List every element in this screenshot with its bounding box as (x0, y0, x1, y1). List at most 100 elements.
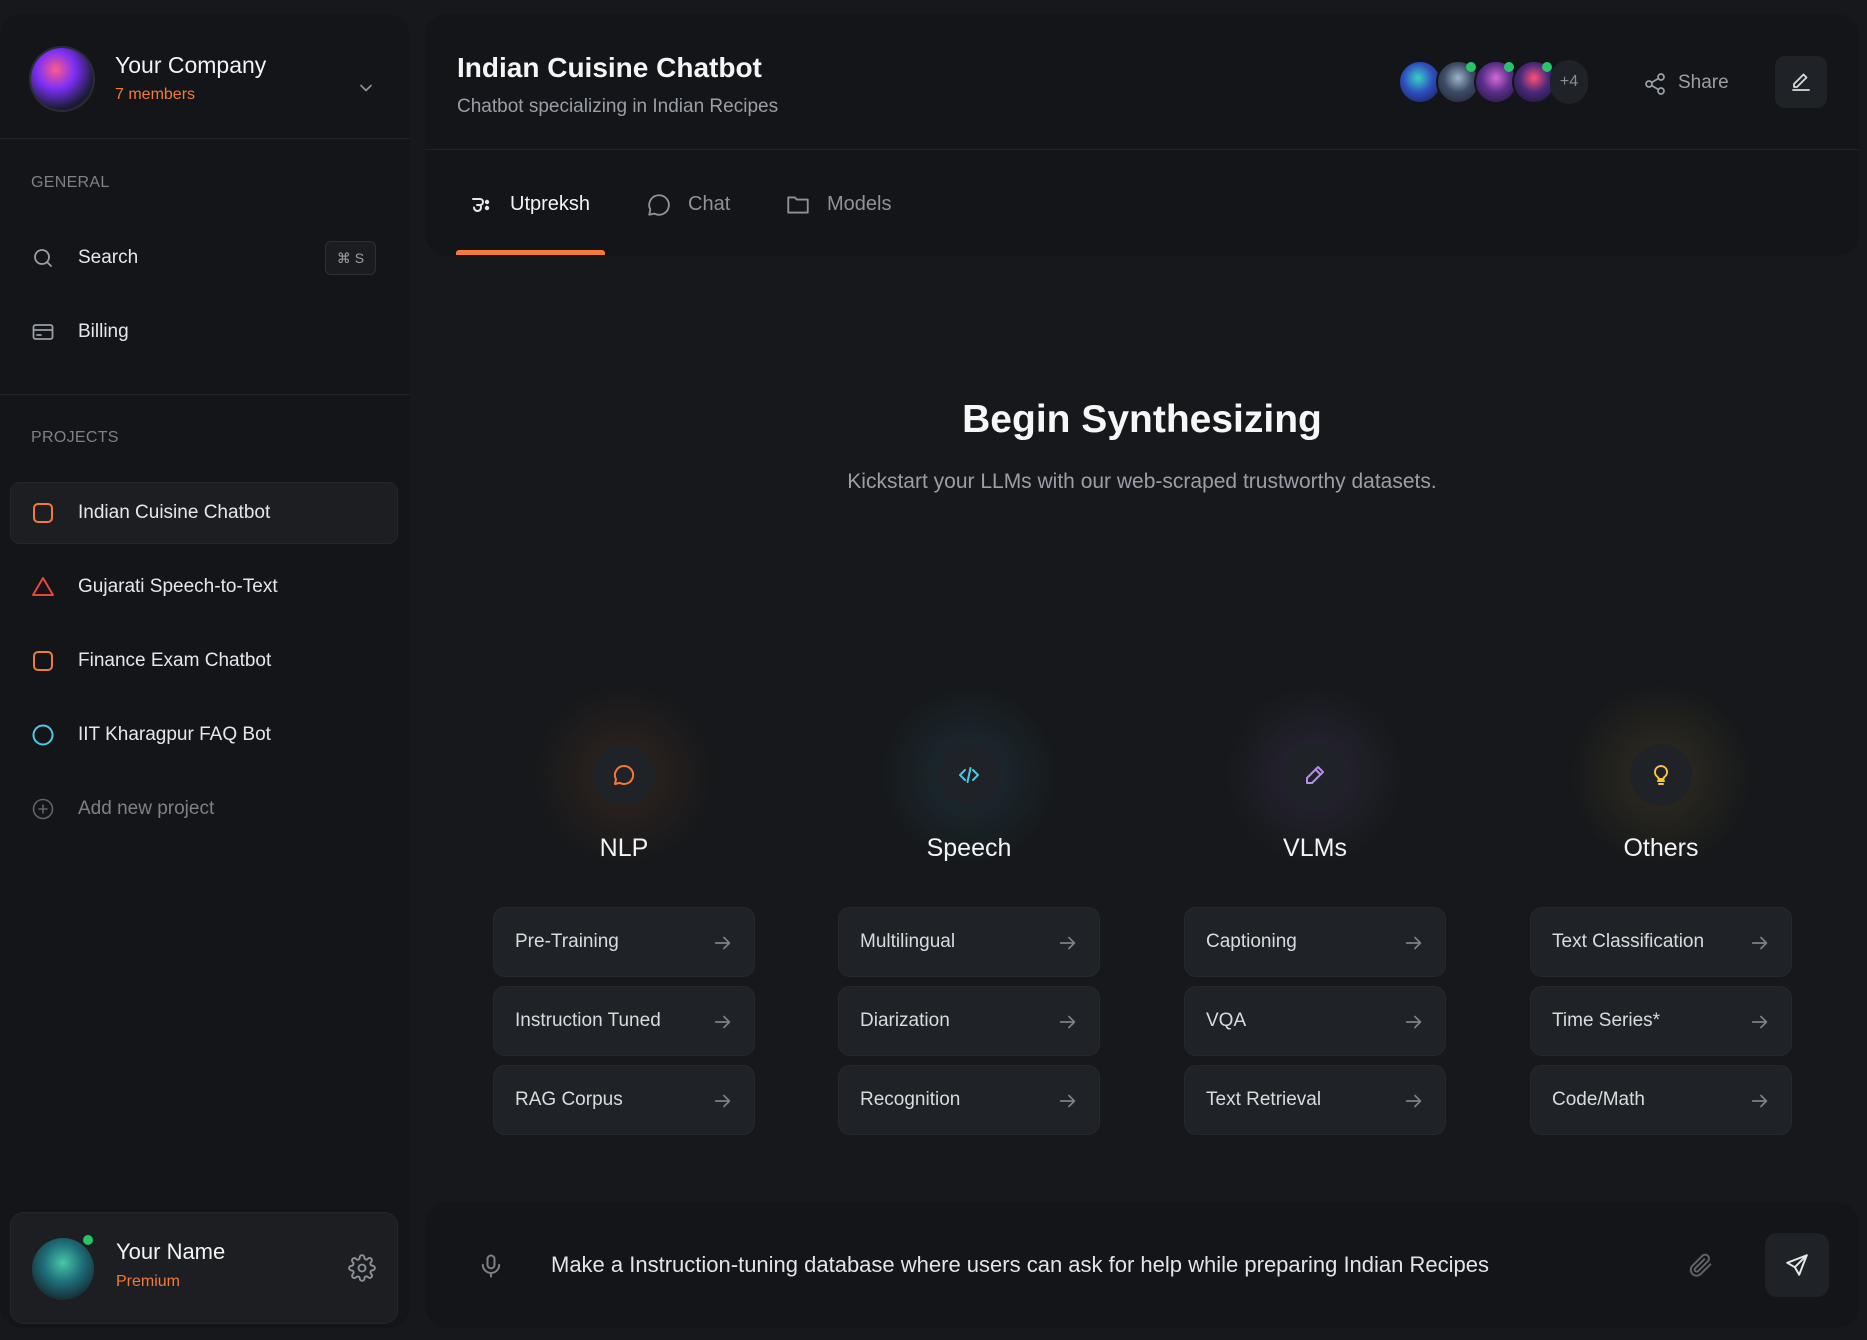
category-icon-badge (593, 744, 655, 806)
online-status-indicator (1504, 62, 1514, 72)
tab-label: Utpreksh (510, 193, 591, 215)
option-label: Diarization (860, 1010, 950, 1031)
chat-bubble-icon (613, 764, 635, 785)
category-title: Others (1623, 834, 1699, 862)
folder-icon (787, 196, 809, 214)
triangle-icon (32, 577, 54, 596)
pencil-icon (1306, 766, 1324, 784)
project-label: Gujarati Speech-to-Text (78, 576, 278, 597)
sidebar: Your Company 7 members GENERAL Search ⌘ … (0, 14, 410, 1328)
send-button[interactable] (1765, 1233, 1829, 1297)
workspace-members-count: 7 members (115, 86, 196, 103)
circle-icon (32, 724, 54, 746)
code-icon (959, 767, 979, 783)
dataset-option-captioning[interactable]: Captioning (1184, 907, 1446, 977)
project-item-gujarati-speech-to-text[interactable]: Gujarati Speech-to-Text (10, 556, 398, 618)
dataset-option-rag-corpus[interactable]: RAG Corpus (493, 1065, 755, 1135)
category-icon-badge (938, 744, 1000, 806)
arrow-right-icon (714, 1015, 731, 1029)
category-title: Speech (926, 834, 1012, 862)
more-collaborators-count: +4 (1550, 60, 1588, 104)
arrow-right-icon (1405, 1094, 1422, 1108)
microphone-icon[interactable] (477, 1252, 505, 1280)
project-item-indian-cuisine-chatbot[interactable]: Indian Cuisine Chatbot (10, 482, 398, 544)
dataset-option-diarization[interactable]: Diarization (838, 986, 1100, 1056)
dataset-option-text-retrieval[interactable]: Text Retrieval (1184, 1065, 1446, 1135)
arrow-right-icon (1751, 936, 1768, 950)
general-section-label: GENERAL (31, 174, 110, 191)
workspace-avatar (31, 48, 93, 110)
user-plan: Premium (116, 1273, 181, 1290)
share-icon (1645, 73, 1665, 95)
project-item-finance-exam-chatbot[interactable]: Finance Exam Chatbot (10, 630, 398, 692)
option-label: Recognition (860, 1089, 961, 1110)
paperclip-icon[interactable] (1687, 1251, 1715, 1279)
online-status-indicator (1542, 62, 1552, 72)
arrow-right-icon (1059, 936, 1076, 950)
header-divider (425, 149, 1859, 150)
project-label: Indian Cuisine Chatbot (78, 502, 271, 523)
dataset-option-text-classification[interactable]: Text Classification (1530, 907, 1792, 977)
category-title: NLP (599, 834, 649, 862)
chat-bubble-icon (648, 194, 670, 216)
utpreksh-logo-icon (472, 198, 490, 212)
project-item-iit-kharagpur-faq-bot[interactable]: IIT Kharagpur FAQ Bot (10, 704, 398, 766)
arrow-right-icon (714, 1094, 731, 1108)
workspace-name: Your Company (115, 52, 267, 78)
option-label: Captioning (1206, 931, 1297, 952)
projects-section-label: PROJECTS (31, 429, 119, 446)
dataset-option-vqa[interactable]: VQA (1184, 986, 1446, 1056)
dataset-option-pre-training[interactable]: Pre-Training (493, 907, 755, 977)
credit-card-icon (32, 324, 54, 340)
option-label: Text Retrieval (1206, 1089, 1322, 1110)
dataset-option-code-math[interactable]: Code/Math (1530, 1065, 1792, 1135)
tab-label: Chat (688, 193, 731, 215)
option-label: Pre-Training (515, 931, 619, 952)
search-icon (34, 249, 52, 267)
arrow-right-icon (1751, 1015, 1768, 1029)
gear-icon[interactable] (348, 1254, 376, 1282)
option-label: RAG Corpus (515, 1089, 623, 1110)
sidebar-item-search[interactable]: Search ⌘ S (10, 227, 398, 289)
send-icon (1786, 1254, 1808, 1276)
page-title: Indian Cuisine Chatbot (457, 52, 762, 83)
sidebar-item-billing[interactable]: Billing (10, 301, 398, 363)
chevron-down-icon[interactable] (356, 78, 376, 98)
option-label: Instruction Tuned (515, 1010, 661, 1031)
hero-title: Begin Synthesizing (962, 398, 1322, 441)
user-name: Your Name (116, 1239, 226, 1264)
arrow-right-icon (1405, 936, 1422, 950)
add-new-project-button[interactable]: Add new project (10, 778, 398, 840)
active-tab-indicator (456, 250, 605, 255)
add-project-label: Add new project (78, 798, 215, 819)
dataset-option-recognition[interactable]: Recognition (838, 1065, 1100, 1135)
lightbulb-icon (1653, 764, 1669, 785)
prompt-composer: Make a Instruction-tuning database where… (425, 1202, 1859, 1328)
category-icon-badge (1284, 744, 1346, 806)
arrow-right-icon (1059, 1015, 1076, 1029)
sidebar-item-label: Billing (78, 321, 129, 342)
user-avatar (32, 1238, 94, 1300)
dataset-option-instruction-tuned[interactable]: Instruction Tuned (493, 986, 755, 1056)
square-icon (33, 503, 53, 523)
option-label: Multilingual (860, 931, 956, 952)
arrow-right-icon (1405, 1015, 1422, 1029)
arrow-right-icon (1059, 1094, 1076, 1108)
tab-label: Models (827, 193, 892, 215)
category-title: VLMs (1283, 834, 1347, 862)
hero-subtitle: Kickstart your LLMs with our web-scraped… (847, 470, 1437, 493)
pencil-icon (1792, 73, 1810, 91)
edit-button[interactable] (1775, 56, 1827, 108)
collaborators-avatar-group[interactable]: +4 (1398, 60, 1588, 104)
option-label: VQA (1206, 1010, 1247, 1031)
workspace-switcher[interactable]: Your Company 7 members (0, 14, 410, 139)
option-label: Code/Math (1552, 1089, 1645, 1110)
category-icon-badge (1630, 744, 1692, 806)
arrow-right-icon (1751, 1094, 1768, 1108)
share-label: Share (1678, 72, 1729, 93)
prompt-input[interactable]: Make a Instruction-tuning database where… (551, 1252, 1489, 1278)
dataset-option-time-series[interactable]: Time Series* (1530, 986, 1792, 1056)
dataset-option-multilingual[interactable]: Multilingual (838, 907, 1100, 977)
online-status-indicator (1466, 62, 1476, 72)
user-profile-card[interactable]: Your Name Premium (10, 1212, 398, 1324)
